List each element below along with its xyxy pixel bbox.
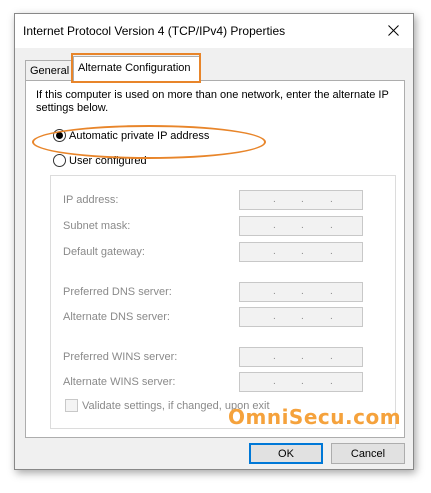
window-title: Internet Protocol Version 4 (TCP/IPv4) P…	[23, 24, 286, 38]
user-configured-group: IP address: . . . Subnet mask: . . . Def…	[50, 175, 396, 429]
alternate-dns-field[interactable]: . . .	[239, 307, 363, 327]
ip-dot: .	[301, 286, 304, 297]
ip-dot: .	[301, 220, 304, 231]
ip-dot: .	[273, 286, 276, 297]
ip-dot: .	[301, 351, 304, 362]
ip-dot: .	[273, 220, 276, 231]
omnisecu-watermark: OmniSecu.com	[228, 405, 402, 429]
ip-dot: .	[273, 311, 276, 322]
automatic-private-ip-radio[interactable]	[53, 129, 66, 142]
ip-dot: .	[273, 376, 276, 387]
panel-description: If this computer is used on more than on…	[36, 89, 389, 114]
preferred-dns-label: Preferred DNS server:	[63, 286, 172, 298]
ip-dot: .	[273, 351, 276, 362]
ip-dot: .	[273, 246, 276, 257]
preferred-wins-field[interactable]: . . .	[239, 347, 363, 367]
ip-address-field[interactable]: . . .	[239, 190, 363, 210]
default-gateway-field[interactable]: . . .	[239, 242, 363, 262]
default-gateway-label: Default gateway:	[63, 246, 145, 258]
tab-alternate-configuration[interactable]: Alternate Configuration	[73, 56, 200, 81]
close-icon	[387, 24, 399, 36]
title-bar[interactable]: Internet Protocol Version 4 (TCP/IPv4) P…	[15, 14, 413, 48]
ip-dot: .	[301, 311, 304, 322]
ok-button[interactable]: OK	[249, 443, 323, 464]
ip-dot: .	[273, 194, 276, 205]
ip-dot: .	[330, 286, 333, 297]
alternate-wins-field[interactable]: . . .	[239, 372, 363, 392]
alternate-dns-label: Alternate DNS server:	[63, 311, 170, 323]
ip-dot: .	[301, 194, 304, 205]
automatic-private-ip-option[interactable]: Automatic private IP address	[53, 129, 209, 142]
alternate-configuration-panel: If this computer is used on more than on…	[25, 80, 405, 438]
ip-dot: .	[330, 220, 333, 231]
ip-dot: .	[330, 376, 333, 387]
subnet-mask-field[interactable]: . . .	[239, 216, 363, 236]
radio-selected-dot	[56, 132, 63, 139]
automatic-private-ip-label: Automatic private IP address	[69, 129, 210, 142]
alternate-wins-label: Alternate WINS server:	[63, 376, 176, 388]
subnet-mask-label: Subnet mask:	[63, 220, 131, 232]
properties-dialog: Internet Protocol Version 4 (TCP/IPv4) P…	[14, 13, 414, 470]
ip-address-label: IP address:	[63, 194, 119, 206]
preferred-dns-field[interactable]: . . .	[239, 282, 363, 302]
ip-dot: .	[330, 246, 333, 257]
ip-dot: .	[330, 194, 333, 205]
close-button[interactable]	[373, 14, 413, 46]
user-configured-label: User configured	[69, 154, 147, 167]
ip-dot: .	[330, 311, 333, 322]
user-configured-radio[interactable]	[53, 154, 66, 167]
ip-dot: .	[330, 351, 333, 362]
tab-general[interactable]: General	[25, 60, 73, 80]
ip-dot: .	[301, 376, 304, 387]
cancel-button[interactable]: Cancel	[331, 443, 405, 464]
user-configured-option[interactable]: User configured	[53, 154, 147, 167]
ip-dot: .	[301, 246, 304, 257]
validate-settings-checkbox[interactable]	[65, 399, 78, 412]
preferred-wins-label: Preferred WINS server:	[63, 351, 178, 363]
